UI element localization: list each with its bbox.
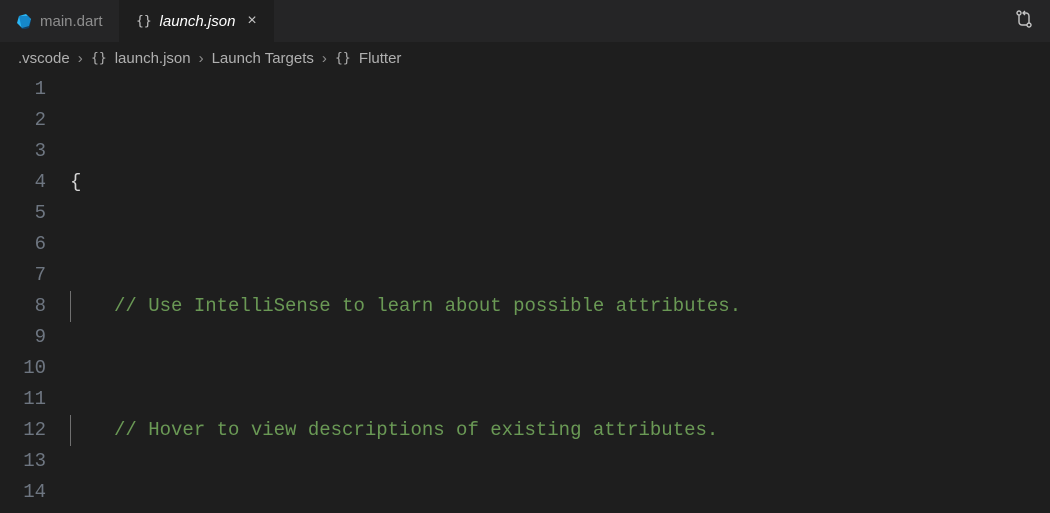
svg-text:{}: {} [91, 51, 107, 66]
code-line[interactable]: // Use IntelliSense to learn about possi… [70, 291, 1050, 322]
chevron-right-icon: › [78, 50, 83, 67]
dart-file-icon [16, 13, 32, 29]
line-number: 9 [0, 322, 46, 353]
line-number: 11 [0, 384, 46, 415]
close-icon[interactable]: × [247, 12, 256, 30]
chevron-right-icon: › [322, 50, 327, 67]
line-number: 8 [0, 291, 46, 322]
editor-window: main.dart {} launch.json × .vscode › { [0, 0, 1050, 513]
line-number: 4 [0, 167, 46, 198]
breadcrumb-section[interactable]: Launch Targets [212, 50, 314, 67]
json-braces-icon: {} [335, 50, 351, 66]
line-number: 1 [0, 74, 46, 105]
line-number: 2 [0, 105, 46, 136]
breadcrumb-file[interactable]: launch.json [115, 50, 191, 67]
tabs-spacer [274, 0, 998, 42]
line-number: 7 [0, 260, 46, 291]
json-braces-icon: {} [136, 13, 152, 29]
json-braces-icon: {} [91, 50, 107, 66]
tab-label: main.dart [40, 13, 103, 30]
code-editor[interactable]: 1 2 3 4 5 6 7 8 9 10 11 12 13 14 { // Us… [0, 74, 1050, 513]
tabs-bar: main.dart {} launch.json × [0, 0, 1050, 42]
code-line[interactable]: { [70, 167, 1050, 198]
tabs-actions [998, 0, 1050, 42]
line-number: 14 [0, 477, 46, 508]
breadcrumb-item[interactable]: Flutter [359, 50, 402, 67]
tab-launch-json[interactable]: {} launch.json × [120, 0, 274, 42]
code-line[interactable]: // Hover to view descriptions of existin… [70, 415, 1050, 446]
line-number: 3 [0, 136, 46, 167]
compare-changes-icon[interactable] [1014, 9, 1034, 34]
svg-text:{}: {} [335, 51, 351, 66]
line-number: 13 [0, 446, 46, 477]
breadcrumbs: .vscode › {} launch.json › Launch Target… [0, 42, 1050, 74]
line-number-gutter: 1 2 3 4 5 6 7 8 9 10 11 12 13 14 [0, 74, 70, 513]
code-content[interactable]: { // Use IntelliSense to learn about pos… [70, 74, 1050, 513]
line-number: 10 [0, 353, 46, 384]
svg-text:{}: {} [136, 14, 152, 29]
chevron-right-icon: › [199, 50, 204, 67]
line-number: 5 [0, 198, 46, 229]
line-number: 12 [0, 415, 46, 446]
tab-label: launch.json [160, 13, 236, 30]
line-number: 6 [0, 229, 46, 260]
tab-main-dart[interactable]: main.dart [0, 0, 120, 42]
breadcrumb-folder[interactable]: .vscode [18, 50, 70, 67]
